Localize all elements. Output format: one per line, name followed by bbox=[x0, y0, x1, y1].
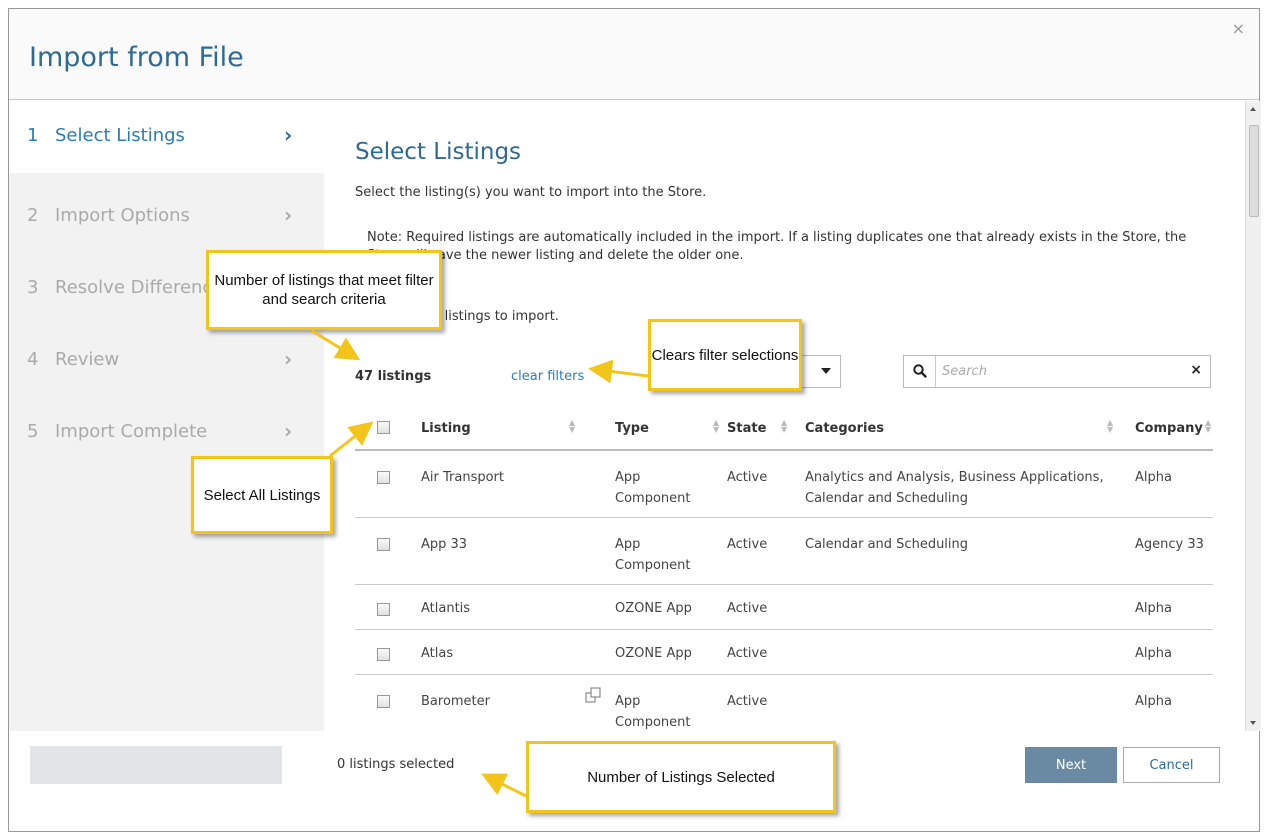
step-select-listings[interactable]: 1 Select Listings › bbox=[9, 101, 324, 173]
search-icon bbox=[913, 364, 927, 378]
step-import-options[interactable]: 2 Import Options › bbox=[9, 181, 324, 253]
scroll-thumb[interactable] bbox=[1249, 125, 1259, 217]
table-header: Listing ▲ ▼ Type ▲ ▼ State ▲ ▼ Categories ▲… bbox=[355, 401, 1213, 451]
clear-search-icon[interactable]: × bbox=[1190, 362, 1202, 378]
cell-listing: Atlas bbox=[421, 646, 454, 661]
copy-icon bbox=[585, 687, 601, 703]
step-number: 2 bbox=[27, 205, 39, 226]
cell-listing: Atlantis bbox=[421, 601, 471, 616]
cell-state: Active bbox=[727, 537, 768, 552]
intro-text: Select the listing(s) you want to import… bbox=[355, 185, 707, 200]
cell-type: App Component bbox=[615, 470, 691, 506]
cell-company: Alpha bbox=[1135, 601, 1172, 616]
row-checkbox[interactable] bbox=[377, 695, 390, 708]
sort-icon[interactable]: ▲ ▼ bbox=[713, 419, 719, 434]
caret-down-icon bbox=[821, 368, 831, 374]
search-box: × bbox=[903, 355, 1211, 388]
dialog-header: Import from File × bbox=[9, 9, 1259, 100]
dialog-title: Import from File bbox=[29, 42, 244, 73]
cell-company: Alpha bbox=[1135, 646, 1172, 661]
column-header-state[interactable]: State bbox=[727, 421, 766, 436]
step-number: 4 bbox=[27, 349, 39, 370]
select-all-checkbox[interactable] bbox=[377, 421, 390, 434]
note-text: Note: Required listings are automaticall… bbox=[367, 230, 1187, 263]
step-number: 5 bbox=[27, 421, 39, 442]
next-button[interactable]: Next bbox=[1025, 747, 1117, 783]
search-divider bbox=[935, 356, 936, 387]
scroll-down-arrow-icon[interactable] bbox=[1250, 721, 1256, 725]
chevron-right-icon: › bbox=[284, 419, 293, 443]
cell-state: Active bbox=[727, 694, 768, 709]
scroll-up-arrow-icon[interactable] bbox=[1250, 107, 1256, 111]
callout-select-all: Select All Listings bbox=[191, 456, 333, 534]
main-panel: Select Listings Select the listing(s) yo… bbox=[325, 101, 1245, 731]
table-row[interactable]: Atlas OZONE App Active Alpha bbox=[355, 630, 1213, 675]
table-row[interactable]: Barometer App Component Active Alpha bbox=[355, 675, 1213, 731]
chevron-right-icon: › bbox=[284, 203, 293, 227]
step-number: 1 bbox=[27, 125, 39, 146]
callout-selected-count: Number of Listings Selected bbox=[526, 741, 836, 813]
sort-icon[interactable]: ▲ ▼ bbox=[781, 419, 787, 434]
scrollbar[interactable] bbox=[1245, 101, 1261, 731]
cell-state: Active bbox=[727, 601, 768, 616]
column-header-type[interactable]: Type bbox=[615, 421, 649, 436]
column-header-company[interactable]: Company bbox=[1135, 421, 1203, 436]
cell-type: App Component bbox=[615, 694, 691, 730]
cell-company: Alpha bbox=[1135, 470, 1172, 485]
cell-state: Active bbox=[727, 646, 768, 661]
table-row[interactable]: App 33 App Component Active Calendar and… bbox=[355, 518, 1213, 585]
callout-clear-filters: Clears filter selections bbox=[648, 319, 802, 391]
cell-state: Active bbox=[727, 470, 768, 485]
step-review[interactable]: 4 Review › bbox=[9, 325, 324, 397]
cell-company: Alpha bbox=[1135, 694, 1172, 709]
cell-type: OZONE App bbox=[615, 646, 692, 661]
step-label: Import Options bbox=[55, 205, 190, 226]
row-checkbox[interactable] bbox=[377, 471, 390, 484]
column-header-listing[interactable]: Listing bbox=[421, 421, 471, 436]
sort-icon[interactable]: ▲ ▼ bbox=[1205, 419, 1211, 434]
row-checkbox[interactable] bbox=[377, 603, 390, 616]
sort-icon[interactable]: ▲ ▼ bbox=[569, 419, 575, 434]
chevron-right-icon: › bbox=[284, 347, 293, 371]
chevron-right-icon: › bbox=[284, 123, 293, 147]
wizard-steps: 1 Select Listings › 2 Import Options › 3… bbox=[9, 101, 324, 731]
cancel-button[interactable]: Cancel bbox=[1123, 747, 1220, 783]
listing-count: 47 listings bbox=[355, 369, 432, 384]
import-dialog: Import from File × 1 Select Listings › 2… bbox=[8, 8, 1261, 832]
cell-listing: Air Transport bbox=[421, 470, 504, 485]
table-row[interactable]: Atlantis OZONE App Active Alpha bbox=[355, 585, 1213, 630]
row-checkbox[interactable] bbox=[377, 538, 390, 551]
row-checkbox[interactable] bbox=[377, 648, 390, 661]
progress-bar bbox=[30, 746, 282, 784]
table-row[interactable]: Air Transport App Component Active Analy… bbox=[355, 451, 1213, 518]
cell-type: App Component bbox=[615, 537, 691, 573]
step-number: 3 bbox=[27, 277, 39, 298]
cell-company: Agency 33 bbox=[1135, 537, 1204, 552]
clear-filters-link[interactable]: clear filters bbox=[511, 369, 584, 384]
sort-icon[interactable]: ▲ ▼ bbox=[1107, 419, 1113, 434]
close-icon[interactable]: × bbox=[1232, 19, 1245, 38]
page-title: Select Listings bbox=[355, 139, 522, 165]
column-header-categories[interactable]: Categories bbox=[805, 421, 884, 436]
step-label: Review bbox=[55, 349, 120, 370]
step-label: Select Listings bbox=[55, 125, 185, 146]
cell-type: OZONE App bbox=[615, 601, 692, 616]
selected-count: 0 listings selected bbox=[337, 757, 455, 772]
callout-listing-count: Number of listings that meet filter and … bbox=[206, 250, 442, 330]
search-input[interactable] bbox=[942, 361, 1182, 381]
cell-listing: Barometer bbox=[421, 694, 490, 709]
cell-categories: Calendar and Scheduling bbox=[805, 537, 969, 552]
cell-listing: App 33 bbox=[421, 537, 468, 552]
step-label: Import Complete bbox=[55, 421, 208, 442]
cell-categories: Analytics and Analysis, Business Applica… bbox=[805, 470, 1104, 506]
